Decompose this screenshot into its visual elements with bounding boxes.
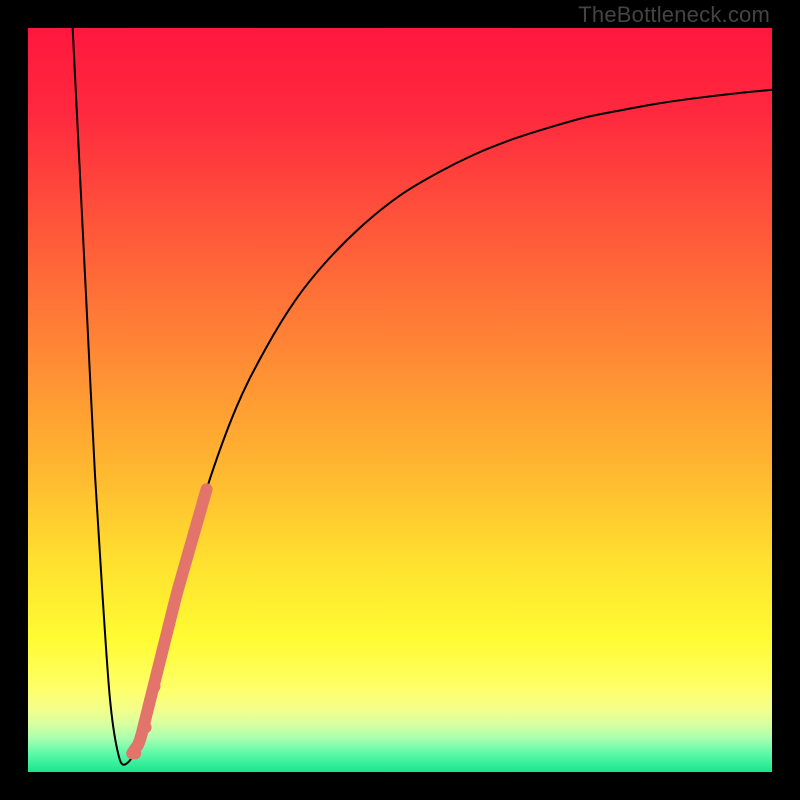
curve-layer (28, 28, 772, 772)
watermark-text: TheBottleneck.com (578, 2, 770, 28)
chart-frame: TheBottleneck.com (0, 0, 800, 800)
highlight-dot (148, 680, 160, 692)
highlight-segment (132, 489, 206, 753)
highlight-dot (129, 747, 141, 759)
bottleneck-curve (73, 28, 772, 765)
highlight-dot (140, 721, 152, 733)
plot-area (28, 28, 772, 772)
